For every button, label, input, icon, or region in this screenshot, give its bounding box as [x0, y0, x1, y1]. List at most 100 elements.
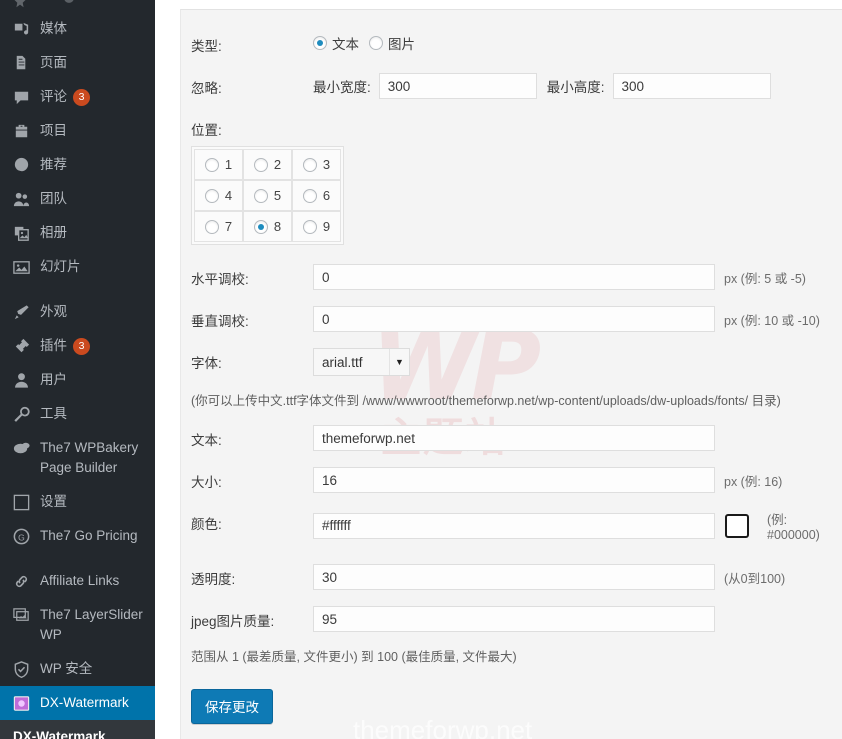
sidebar-item-14[interactable]: GThe7 Go Pricing [0, 519, 155, 553]
row-text: 文本: [181, 425, 842, 451]
sidebar-item-2[interactable]: 评论3 [0, 80, 155, 114]
row-color: 颜色: (例: #000000) [181, 509, 842, 542]
sidebar-item-label: 项目 [40, 121, 73, 141]
opacity-input[interactable] [313, 564, 715, 590]
appearance-icon [11, 302, 31, 322]
position-cell-4[interactable]: 4 [194, 180, 243, 211]
sidebar-item-7[interactable]: 幻灯片 [0, 250, 155, 284]
position-number: 3 [323, 157, 330, 172]
label-size: 大小: [191, 467, 313, 491]
sidebar-item-1[interactable]: 页面 [0, 46, 155, 80]
label-type: 类型: [191, 31, 313, 55]
label-text: 文本: [191, 425, 313, 449]
font-select[interactable]: arial.ttf ▼ [313, 348, 410, 376]
min-width-input[interactable] [379, 73, 537, 99]
position-cell-2[interactable]: 2 [243, 149, 292, 180]
posts-icon [62, 0, 76, 5]
sidebar-item-label: 推荐 [40, 155, 73, 175]
position-number: 5 [274, 188, 281, 203]
sidebar-item-3[interactable]: 项目 [0, 114, 155, 148]
comments-icon [11, 87, 31, 107]
color-swatch-button[interactable] [725, 514, 749, 538]
position-cell-9[interactable]: 9 [292, 211, 341, 242]
position-radio-6 [303, 189, 317, 203]
sidebar-item-18[interactable]: DX-Watermark [0, 686, 155, 720]
position-grid-row: 4 5 6 [194, 180, 341, 211]
min-height-input[interactable] [613, 73, 771, 99]
sidebar-item-label: 工具 [40, 404, 73, 424]
form-actions: 保存更改 [181, 689, 842, 724]
color-input[interactable] [313, 513, 715, 539]
sidebar-item-label: 媒体 [40, 19, 73, 39]
sidebar-item-label: 团队 [40, 189, 73, 209]
v-offset-input[interactable] [313, 306, 715, 332]
tools-icon [11, 404, 31, 424]
watermark-icon [11, 693, 31, 713]
label-min-height: 最小高度: [547, 76, 605, 96]
sidebar-item-15[interactable]: Affiliate Links [0, 564, 155, 598]
position-number: 2 [274, 157, 281, 172]
radio-type-text[interactable]: 文本 [313, 33, 369, 53]
font-upload-note: (你可以上传中文.ttf字体文件到 /www/wwwroot/themeforw… [181, 390, 842, 409]
sidebar-item-10[interactable]: 用户 [0, 363, 155, 397]
sidebar-item-label: 用户 [40, 370, 73, 390]
sidebar-item-4[interactable]: 推荐 [0, 148, 155, 182]
content-area: WP 主题站 themeforwp.net 类型: 文本 图片 [155, 0, 842, 739]
position-cell-8[interactable]: 8 [243, 211, 292, 242]
position-cell-1[interactable]: 1 [194, 149, 243, 180]
settings-icon [11, 492, 31, 512]
sidebar-item-11[interactable]: 工具 [0, 397, 155, 431]
row-size: 大小: px (例: 16) [181, 467, 842, 493]
position-number: 7 [225, 219, 232, 234]
row-opacity: 透明度: (从0到100) [181, 564, 842, 590]
wpbakery-icon [11, 438, 31, 458]
slideshow-icon [11, 257, 31, 277]
sidebar-item-0[interactable]: 媒体 [0, 12, 155, 46]
row-v-offset: 垂直调校: px (例: 10 或 -10) [181, 306, 842, 332]
sidebar-item-12[interactable]: The7 WPBakery Page Builder [0, 431, 155, 485]
label-position: 位置: [191, 115, 313, 139]
h-offset-input[interactable] [313, 264, 715, 290]
sidebar-item-6[interactable]: 相册 [0, 216, 155, 250]
team-icon [11, 189, 31, 209]
sidebar-item-partial-top[interactable] [0, 0, 155, 12]
label-h-offset: 水平调校: [191, 264, 313, 288]
sidebar-item-label: 相册 [40, 223, 73, 243]
position-cell-3[interactable]: 3 [292, 149, 341, 180]
jpeg-quality-input[interactable] [313, 606, 715, 632]
sidebar-item-9[interactable]: 插件3 [0, 329, 155, 363]
hint-v-offset: px (例: 10 或 -10) [724, 310, 820, 329]
plugins-icon [11, 336, 31, 356]
radio-type-text-dot [313, 36, 327, 50]
link-icon [11, 571, 31, 591]
sidebar-item-label: The7 LayerSlider WP [40, 605, 155, 645]
font-size-input[interactable] [313, 467, 715, 493]
gopricing-icon: G [11, 526, 31, 546]
save-button[interactable]: 保存更改 [191, 689, 273, 724]
position-radio-2 [254, 158, 268, 172]
sidebar-submenu-title[interactable]: DX-Watermark [0, 720, 155, 739]
label-font: 字体: [191, 348, 313, 372]
position-cell-6[interactable]: 6 [292, 180, 341, 211]
sidebar-item-13[interactable]: 设置 [0, 485, 155, 519]
sidebar-item-16[interactable]: The7 LayerSlider WP [0, 598, 155, 652]
position-number: 6 [323, 188, 330, 203]
position-cell-7[interactable]: 7 [194, 211, 243, 242]
sidebar-item-8[interactable]: 外观 [0, 295, 155, 329]
radio-type-image[interactable]: 图片 [369, 33, 425, 53]
svg-text:G: G [18, 532, 25, 542]
position-number: 4 [225, 188, 232, 203]
position-cell-5[interactable]: 5 [243, 180, 292, 211]
hint-opacity: (从0到100) [724, 568, 785, 587]
position-radio-4 [205, 189, 219, 203]
sidebar-item-5[interactable]: 团队 [0, 182, 155, 216]
album-icon [11, 223, 31, 243]
position-grid-row: 789 [194, 211, 341, 242]
sidebar-item-label: 页面 [40, 53, 73, 73]
sidebar-item-17[interactable]: WP 安全 [0, 652, 155, 686]
sidebar-item-label: Affiliate Links [40, 571, 125, 591]
hint-h-offset: px (例: 5 或 -5) [724, 268, 806, 287]
label-ignore: 忽略: [191, 73, 313, 97]
position-radio-3 [303, 158, 317, 172]
watermark-text-input[interactable] [313, 425, 715, 451]
